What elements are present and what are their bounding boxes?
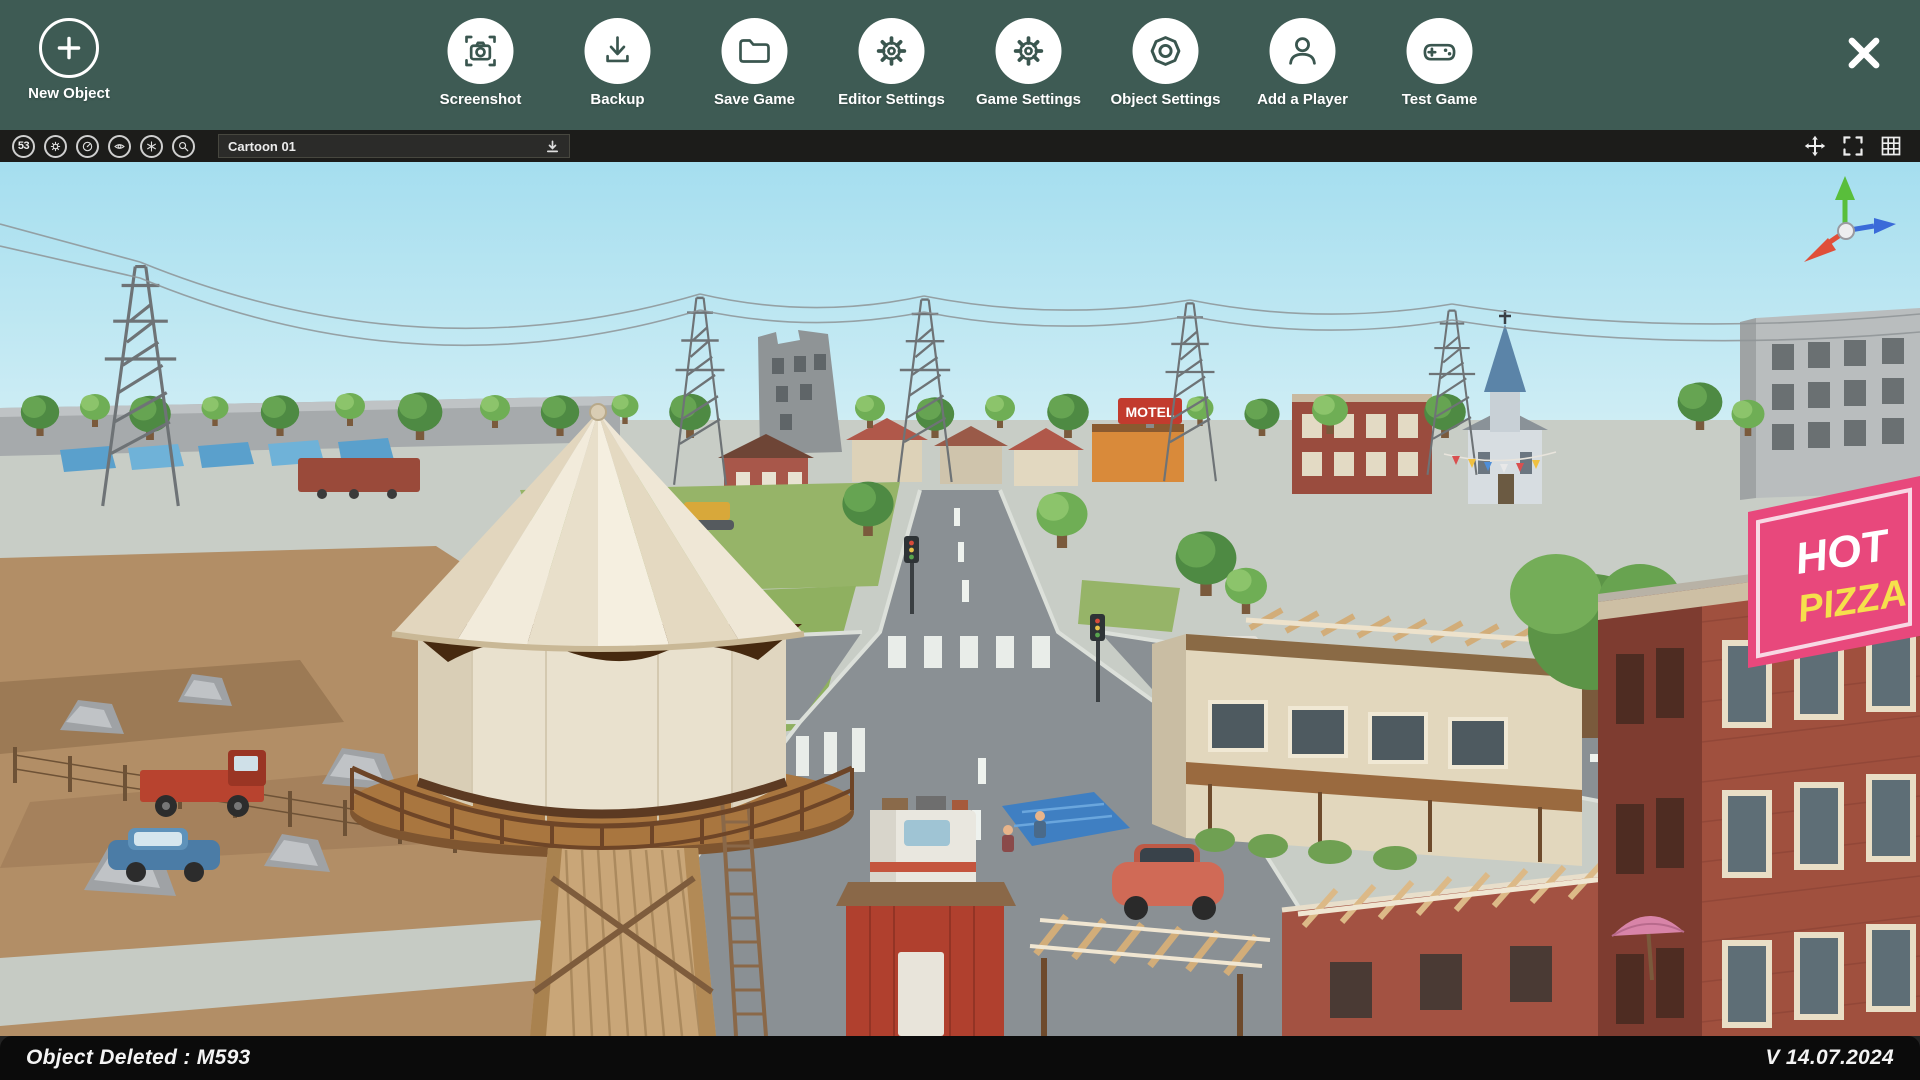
object-settings-button[interactable]: Object Settings bbox=[1101, 18, 1231, 108]
3d-scene: MOTEL bbox=[0, 162, 1920, 1036]
move-icon bbox=[1804, 135, 1826, 157]
motel-sign-text: MOTEL bbox=[1126, 404, 1175, 420]
tool-compass-button[interactable] bbox=[76, 135, 99, 158]
tool-snowflake-button[interactable] bbox=[140, 135, 163, 158]
plus-circle-icon bbox=[39, 18, 99, 78]
gizmo-z-axis[interactable] bbox=[1874, 218, 1896, 234]
add-player-label: Add a Player bbox=[1257, 91, 1348, 108]
close-editor-button[interactable] bbox=[1840, 30, 1888, 78]
game-settings-button[interactable]: Game Settings bbox=[964, 18, 1094, 108]
status-bar: Object Deleted : M593 V 14.07.2024 bbox=[0, 1036, 1920, 1080]
top-toolbar: New Object Screenshot bbox=[0, 0, 1920, 130]
screenshot-label: Screenshot bbox=[440, 91, 522, 108]
eye-icon bbox=[113, 140, 126, 153]
save-game-label: Save Game bbox=[714, 91, 795, 108]
camera-icon bbox=[448, 18, 514, 84]
save-game-button[interactable]: Save Game bbox=[690, 18, 820, 108]
player-icon bbox=[1270, 18, 1336, 84]
screenshot-button[interactable]: Screenshot bbox=[416, 18, 546, 108]
close-icon bbox=[1842, 63, 1886, 78]
gizmo-y-axis[interactable] bbox=[1835, 176, 1855, 200]
fullscreen-button[interactable] bbox=[1842, 135, 1864, 157]
grid-icon bbox=[1880, 135, 1902, 157]
test-game-button[interactable]: Test Game bbox=[1375, 18, 1505, 108]
object-count-value: 53 bbox=[18, 140, 29, 152]
view-tools bbox=[1804, 135, 1908, 157]
tool-gear-button[interactable] bbox=[44, 135, 67, 158]
game-editor: New Object Screenshot bbox=[0, 0, 1920, 1080]
test-game-label: Test Game bbox=[1402, 91, 1478, 108]
status-message: Object Deleted : M593 bbox=[26, 1046, 251, 1070]
gear-icon bbox=[49, 140, 62, 153]
style-dropdown[interactable]: Cartoon 01 bbox=[218, 134, 570, 158]
gear-icon bbox=[996, 18, 1062, 84]
style-dropdown-value: Cartoon 01 bbox=[228, 139, 545, 154]
grid-button[interactable] bbox=[1880, 135, 1902, 157]
fullscreen-icon bbox=[1842, 135, 1864, 157]
compass-icon bbox=[81, 140, 94, 153]
red-shack bbox=[836, 882, 1016, 1036]
gamepad-icon bbox=[1407, 18, 1473, 84]
new-object-button[interactable]: New Object bbox=[8, 18, 130, 102]
toolbar-actions: Screenshot Backup Save Game bbox=[416, 18, 1505, 108]
gizmo-center[interactable] bbox=[1838, 223, 1854, 239]
object-settings-label: Object Settings bbox=[1110, 91, 1220, 108]
backup-label: Backup bbox=[590, 91, 644, 108]
editor-settings-label: Editor Settings bbox=[838, 91, 945, 108]
nut-icon bbox=[1133, 18, 1199, 84]
game-settings-label: Game Settings bbox=[976, 91, 1081, 108]
editor-sub-toolbar: 53 Cartoon 01 bbox=[0, 130, 1920, 162]
backup-button[interactable]: Backup bbox=[553, 18, 683, 108]
pan-tool-button[interactable] bbox=[1804, 135, 1826, 157]
orientation-gizmo[interactable] bbox=[1788, 172, 1898, 282]
editor-settings-button[interactable]: Editor Settings bbox=[827, 18, 957, 108]
dropdown-arrow-icon bbox=[545, 139, 560, 154]
version-label: V 14.07.2024 bbox=[1765, 1046, 1894, 1070]
folder-icon bbox=[722, 18, 788, 84]
download-icon bbox=[585, 18, 651, 84]
tool-search-button[interactable] bbox=[172, 135, 195, 158]
snowflake-icon bbox=[145, 140, 158, 153]
gear-icon bbox=[859, 18, 925, 84]
tool-eye-button[interactable] bbox=[108, 135, 131, 158]
object-count-badge: 53 bbox=[12, 135, 35, 158]
viewport-3d[interactable]: MOTEL bbox=[0, 162, 1920, 1036]
new-object-label: New Object bbox=[28, 85, 110, 102]
search-icon bbox=[177, 140, 190, 153]
add-player-button[interactable]: Add a Player bbox=[1238, 18, 1368, 108]
